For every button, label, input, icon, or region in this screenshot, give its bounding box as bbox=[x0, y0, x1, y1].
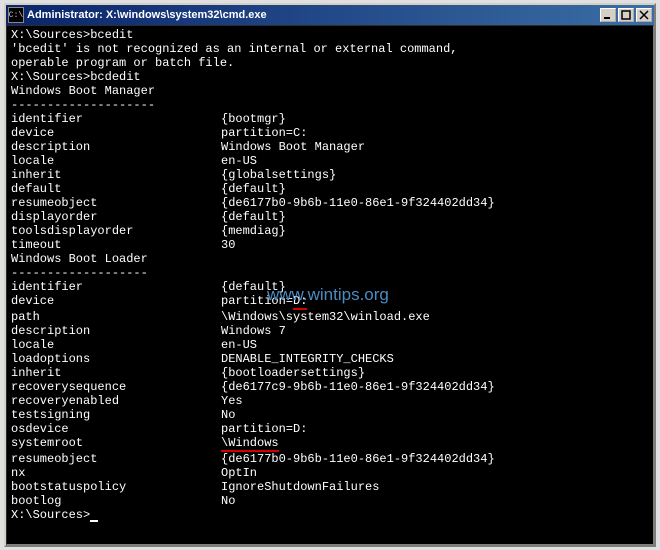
cmd-icon: C:\ bbox=[8, 7, 24, 23]
row-key: device bbox=[11, 126, 221, 140]
kv-row: nxOptIn bbox=[11, 466, 649, 480]
close-button[interactable] bbox=[636, 8, 652, 22]
kv-row: systemroot\Windows bbox=[11, 436, 649, 452]
kv-row: bootlogNo bbox=[11, 494, 649, 508]
row-value: {de6177c9-9b6b-11e0-86e1-9f324402dd34} bbox=[221, 380, 649, 394]
row-value: Windows Boot Manager bbox=[221, 140, 649, 154]
row-key: recoverysequence bbox=[11, 380, 221, 394]
row-value: IgnoreShutdownFailures bbox=[221, 480, 649, 494]
terminal-line: 'bcedit' is not recognized as an interna… bbox=[11, 42, 649, 56]
row-value: No bbox=[221, 494, 649, 508]
row-key: toolsdisplayorder bbox=[11, 224, 221, 238]
row-key: description bbox=[11, 324, 221, 338]
terminal-line: Windows Boot Loader bbox=[11, 252, 649, 266]
row-value: {bootloadersettings} bbox=[221, 366, 649, 380]
titlebar[interactable]: C:\ Administrator: X:\windows\system32\c… bbox=[6, 5, 654, 25]
row-key: description bbox=[11, 140, 221, 154]
kv-row: default{default} bbox=[11, 182, 649, 196]
row-value: \Windows\system32\winload.exe bbox=[221, 310, 649, 324]
terminal-line: -------------------- bbox=[11, 98, 649, 112]
kv-row: devicepartition=C: bbox=[11, 126, 649, 140]
kv-row: toolsdisplayorder{memdiag} bbox=[11, 224, 649, 238]
highlighted-value: D: bbox=[293, 294, 307, 310]
row-key: osdevice bbox=[11, 422, 221, 436]
row-key: resumeobject bbox=[11, 452, 221, 466]
minimize-button[interactable] bbox=[600, 8, 616, 22]
row-value: 30 bbox=[221, 238, 649, 252]
row-key: testsigning bbox=[11, 408, 221, 422]
kv-row: resumeobject{de6177b0-9b6b-11e0-86e1-9f3… bbox=[11, 196, 649, 210]
highlighted-value: \Windows bbox=[221, 436, 279, 452]
kv-row: inherit{globalsettings} bbox=[11, 168, 649, 182]
row-value: {default} bbox=[221, 210, 649, 224]
row-value: {default} bbox=[221, 182, 649, 196]
kv-row: bootstatuspolicyIgnoreShutdownFailures bbox=[11, 480, 649, 494]
row-key: locale bbox=[11, 338, 221, 352]
row-value: Windows 7 bbox=[221, 324, 649, 338]
kv-row: osdevicepartition=D: bbox=[11, 422, 649, 436]
row-value: DENABLE_INTEGRITY_CHECKS bbox=[221, 352, 649, 366]
row-value: {default} bbox=[221, 280, 649, 294]
window-title: Administrator: X:\windows\system32\cmd.e… bbox=[27, 9, 600, 21]
cursor bbox=[90, 520, 98, 522]
row-key: bootstatuspolicy bbox=[11, 480, 221, 494]
kv-row: devicepartition=D: bbox=[11, 294, 649, 310]
terminal-line: ------------------- bbox=[11, 266, 649, 280]
row-value: OptIn bbox=[221, 466, 649, 480]
row-key: loadoptions bbox=[11, 352, 221, 366]
maximize-button[interactable] bbox=[618, 8, 634, 22]
kv-row: testsigningNo bbox=[11, 408, 649, 422]
terminal-line: X:\Sources>bcedit bbox=[11, 28, 649, 42]
row-key: timeout bbox=[11, 238, 221, 252]
row-value: partition=C: bbox=[221, 126, 649, 140]
row-value: partition=D: bbox=[221, 422, 649, 436]
kv-row: path\Windows\system32\winload.exe bbox=[11, 310, 649, 324]
kv-row: loadoptionsDENABLE_INTEGRITY_CHECKS bbox=[11, 352, 649, 366]
terminal-line: operable program or batch file. bbox=[11, 56, 649, 70]
row-key: bootlog bbox=[11, 494, 221, 508]
row-key: device bbox=[11, 294, 221, 310]
row-key: default bbox=[11, 182, 221, 196]
kv-row: inherit{bootloadersettings} bbox=[11, 366, 649, 380]
kv-row: descriptionWindows Boot Manager bbox=[11, 140, 649, 154]
row-key: identifier bbox=[11, 112, 221, 126]
row-key: nx bbox=[11, 466, 221, 480]
row-key: locale bbox=[11, 154, 221, 168]
row-value: {bootmgr} bbox=[221, 112, 649, 126]
row-value: en-US bbox=[221, 154, 649, 168]
row-value: Yes bbox=[221, 394, 649, 408]
row-value: {memdiag} bbox=[221, 224, 649, 238]
row-key: recoveryenabled bbox=[11, 394, 221, 408]
row-value: \Windows bbox=[221, 436, 649, 452]
row-key: inherit bbox=[11, 366, 221, 380]
row-value: partition=D: bbox=[221, 294, 649, 310]
row-key: path bbox=[11, 310, 221, 324]
kv-row: timeout30 bbox=[11, 238, 649, 252]
terminal-line: Windows Boot Manager bbox=[11, 84, 649, 98]
kv-row: identifier{default} bbox=[11, 280, 649, 294]
kv-row: localeen-US bbox=[11, 338, 649, 352]
row-value: en-US bbox=[221, 338, 649, 352]
kv-row: descriptionWindows 7 bbox=[11, 324, 649, 338]
kv-row: localeen-US bbox=[11, 154, 649, 168]
row-value: {globalsettings} bbox=[221, 168, 649, 182]
kv-row: displayorder{default} bbox=[11, 210, 649, 224]
kv-row: recoveryenabledYes bbox=[11, 394, 649, 408]
kv-row: recoverysequence{de6177c9-9b6b-11e0-86e1… bbox=[11, 380, 649, 394]
window-controls bbox=[600, 8, 652, 22]
terminal-output[interactable]: www.wintips.org X:\Sources>bcedit'bcedit… bbox=[6, 25, 654, 545]
cmd-window: C:\ Administrator: X:\windows\system32\c… bbox=[4, 3, 656, 547]
terminal-line: X:\Sources>bcdedit bbox=[11, 70, 649, 84]
row-key: resumeobject bbox=[11, 196, 221, 210]
row-key: identifier bbox=[11, 280, 221, 294]
row-value: {de6177b0-9b6b-11e0-86e1-9f324402dd34} bbox=[221, 452, 649, 466]
terminal-line: X:\Sources> bbox=[11, 508, 649, 522]
row-key: displayorder bbox=[11, 210, 221, 224]
row-value: No bbox=[221, 408, 649, 422]
row-value: {de6177b0-9b6b-11e0-86e1-9f324402dd34} bbox=[221, 196, 649, 210]
row-key: systemroot bbox=[11, 436, 221, 452]
row-key: inherit bbox=[11, 168, 221, 182]
kv-row: identifier{bootmgr} bbox=[11, 112, 649, 126]
kv-row: resumeobject{de6177b0-9b6b-11e0-86e1-9f3… bbox=[11, 452, 649, 466]
